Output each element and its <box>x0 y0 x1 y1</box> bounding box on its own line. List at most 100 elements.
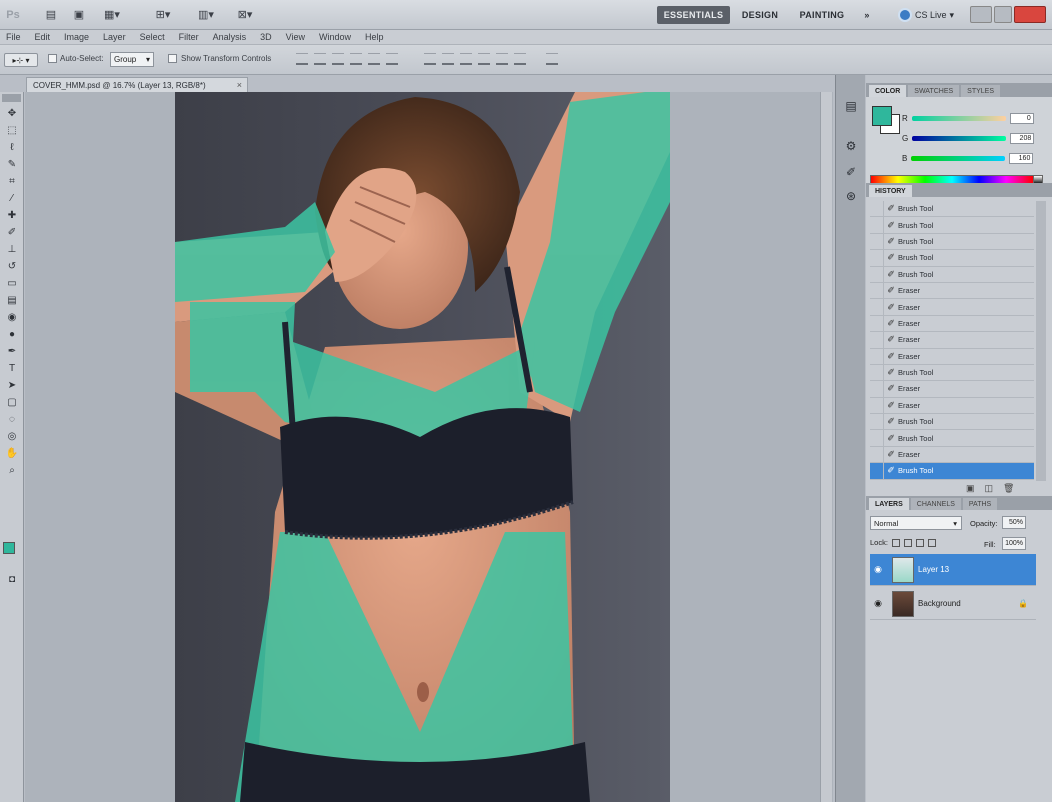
slider-b-value[interactable]: 160 <box>1009 152 1034 164</box>
history-item[interactable]: ✐ Eraser <box>870 397 1034 415</box>
zoom-tool-icon[interactable]: ⌕ <box>4 463 20 477</box>
menu-image[interactable]: Image <box>64 32 89 42</box>
distribute-right-icon[interactable] <box>514 53 526 65</box>
eraser-tool-icon[interactable]: ▭ <box>4 276 20 290</box>
tab-history[interactable]: History <box>869 185 912 197</box>
tab-paths[interactable]: Paths <box>962 498 998 510</box>
history-item[interactable]: ✐ Brush Tool <box>870 413 1034 431</box>
arrange-documents-icon[interactable]: ▥▾ <box>193 6 219 23</box>
history-checkbox[interactable] <box>870 266 884 283</box>
brush-tool-icon[interactable]: ✐ <box>4 225 20 239</box>
eye-icon[interactable]: ◉ <box>870 564 886 575</box>
history-checkbox[interactable] <box>870 233 884 250</box>
history-item[interactable]: ✐ Brush Tool <box>870 217 1034 234</box>
distribute-top-icon[interactable] <box>424 53 436 65</box>
history-checkbox[interactable] <box>870 217 884 234</box>
tab-channels[interactable]: Channels <box>910 498 961 510</box>
document-image[interactable] <box>175 92 670 802</box>
history-item[interactable]: ✐ Brush Tool <box>870 233 1034 251</box>
history-checkbox[interactable] <box>870 462 884 479</box>
foreground-color-swatch[interactable] <box>3 542 15 554</box>
history-item[interactable]: ✐ Brush Tool <box>870 200 1034 218</box>
history-checkbox[interactable] <box>870 315 884 332</box>
tab-swatches[interactable]: Swatches <box>908 85 960 97</box>
healing-brush-tool-icon[interactable]: ✚ <box>4 208 20 222</box>
lock-all-icon[interactable] <box>927 538 936 547</box>
brush-panel-icon[interactable]: ✐ <box>842 163 860 181</box>
align-left-icon[interactable] <box>350 53 362 65</box>
lasso-tool-icon[interactable]: ℓ <box>4 140 20 154</box>
layer-row[interactable]: ◉ Layer 13 <box>870 554 1036 586</box>
auto-select-checkbox[interactable] <box>48 54 57 63</box>
workspace-design-button[interactable]: DESIGN <box>736 6 784 24</box>
crop-tool-icon[interactable]: ⌗ <box>4 174 20 188</box>
history-item[interactable]: ✐ Eraser <box>870 282 1034 300</box>
slider-r-value[interactable]: 0 <box>1009 112 1034 124</box>
clone-stamp-tool-icon[interactable]: ⊥ <box>4 242 20 256</box>
eyedropper-tool-icon[interactable]: ⁄ <box>4 191 20 205</box>
mini-bridge-panel-icon[interactable]: ▤ <box>842 97 860 115</box>
distribute-bottom-icon[interactable] <box>460 53 472 65</box>
minimize-button[interactable] <box>970 6 992 23</box>
auto-align-icon[interactable] <box>546 53 558 65</box>
history-item[interactable]: ✐ Eraser <box>870 331 1034 349</box>
history-checkbox[interactable] <box>870 381 884 397</box>
tab-styles[interactable]: Styles <box>961 85 1001 97</box>
pen-tool-icon[interactable]: ✒ <box>4 344 20 358</box>
menu-select[interactable]: Select <box>140 32 165 42</box>
menu-analysis[interactable]: Analysis <box>213 32 247 42</box>
slider-r[interactable] <box>911 115 1006 121</box>
distribute-left-icon[interactable] <box>478 53 490 65</box>
move-tool-icon[interactable]: ✥ <box>4 106 20 120</box>
history-item[interactable]: ✐ Brush Tool <box>870 364 1034 382</box>
history-checkbox[interactable] <box>870 397 884 414</box>
history-item[interactable]: ✐ Eraser <box>870 446 1034 464</box>
history-checkbox[interactable] <box>870 200 884 217</box>
workspace-essentials-button[interactable]: ESSENTIALS <box>657 6 730 24</box>
blend-mode-dropdown[interactable]: Normal ▾ <box>870 516 962 530</box>
distribute-hcenter-icon[interactable] <box>496 53 508 65</box>
transform-controls-checkbox[interactable] <box>168 54 177 63</box>
close-button[interactable] <box>1014 6 1046 23</box>
workspace-more-button[interactable]: » <box>860 6 874 24</box>
mini-bridge-icon[interactable]: ▣ <box>70 6 88 23</box>
distribute-vcenter-icon[interactable] <box>442 53 454 65</box>
quick-mask-icon[interactable]: ◘ <box>4 572 20 586</box>
slider-g[interactable] <box>912 135 1007 141</box>
history-checkbox[interactable] <box>870 282 884 299</box>
menu-3d[interactable]: 3D <box>260 32 272 42</box>
canvas-vertical-scrollbar[interactable] <box>820 92 832 802</box>
hand-tool-icon[interactable]: ✋ <box>4 446 20 460</box>
delete-state-icon[interactable]: 🗑 <box>1003 483 1014 494</box>
lock-pixels-icon[interactable] <box>903 538 912 547</box>
tab-layers[interactable]: Layers <box>869 498 909 510</box>
brush-presets-icon[interactable]: ⚙ <box>842 137 860 155</box>
menu-layer[interactable]: Layer <box>103 32 126 42</box>
history-item[interactable]: ✐ Brush Tool <box>870 462 1034 480</box>
panel-grip[interactable] <box>2 94 21 102</box>
shape-tool-icon[interactable]: ▢ <box>4 395 20 409</box>
workspace-painting-button[interactable]: PAINTING <box>792 6 852 24</box>
quick-select-tool-icon[interactable]: ✎ <box>4 157 20 171</box>
align-hcenter-icon[interactable] <box>368 53 380 65</box>
new-document-from-state-icon[interactable]: ▣ <box>966 483 975 494</box>
menu-view[interactable]: View <box>286 32 305 42</box>
screen-mode-icon[interactable]: ⊠▾ <box>232 6 258 23</box>
fill-field[interactable]: 100% <box>1002 537 1026 550</box>
document-tab[interactable]: COVER_HMM.psd @ 16.7% (Layer 13, RGB/8*)… <box>26 77 248 92</box>
history-item[interactable]: ✐ Eraser <box>870 315 1034 333</box>
history-checkbox[interactable] <box>870 446 884 463</box>
layer-name[interactable]: Layer 13 <box>918 565 949 574</box>
foreground-color-box[interactable] <box>872 106 892 126</box>
history-checkbox[interactable] <box>870 364 884 381</box>
auto-select-dropdown[interactable]: Group ▾ <box>110 52 154 67</box>
history-checkbox[interactable] <box>870 331 884 348</box>
history-item[interactable]: ✐ Eraser <box>870 381 1034 398</box>
history-item[interactable]: ✐ Brush Tool <box>870 430 1034 447</box>
3d-orbit-tool-icon[interactable]: ◎ <box>4 429 20 443</box>
lock-transparency-icon[interactable] <box>891 538 900 547</box>
opacity-field[interactable]: 50% <box>1002 516 1026 529</box>
history-checkbox[interactable] <box>870 299 884 316</box>
cs-live-button[interactable]: CS Live ▾ <box>898 6 964 24</box>
slider-b[interactable] <box>911 155 1006 161</box>
